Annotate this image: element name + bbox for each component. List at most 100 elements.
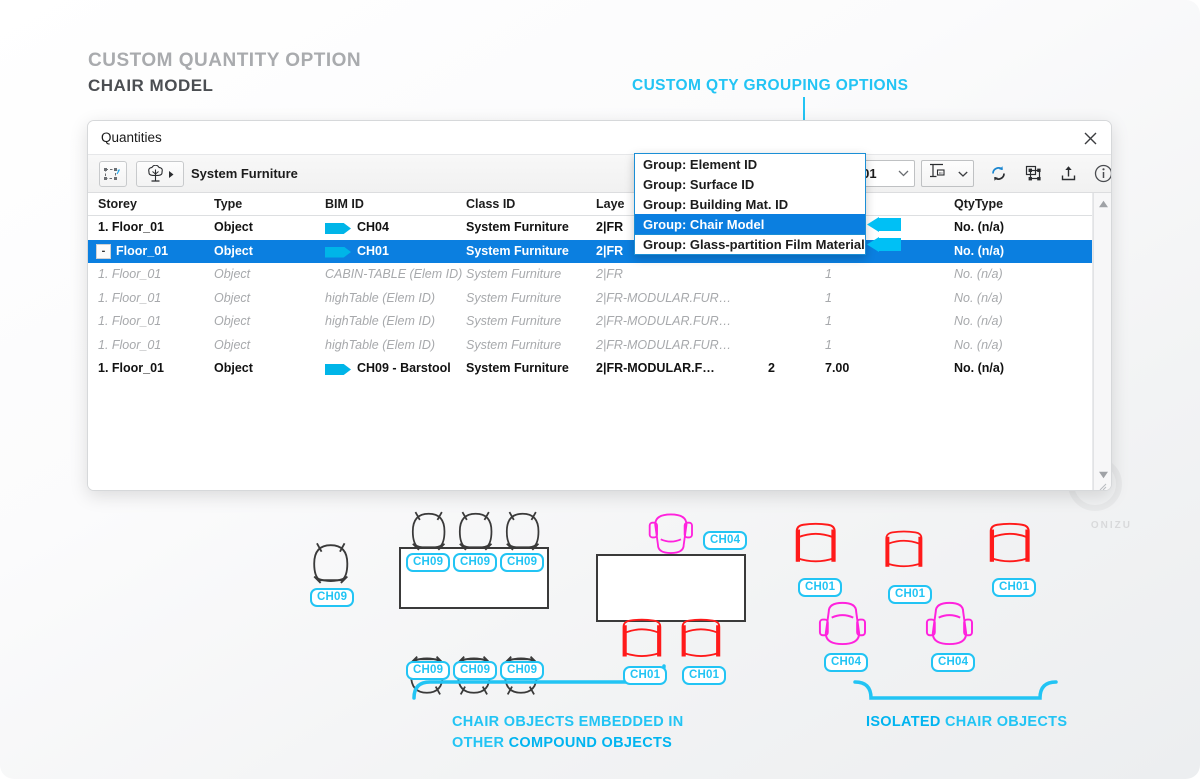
quantities-table: Storey Type BIM ID Class ID Laye QtyType… xyxy=(88,193,1111,490)
dropdown-item-label: Group: Glass-partition Film Material xyxy=(643,237,865,252)
cell-qtytype: No. (n/a) xyxy=(954,291,1003,305)
cell-bim-id: CABIN-TABLE (Elem ID) xyxy=(325,267,462,281)
column-header-type[interactable]: Type xyxy=(214,197,242,211)
cell-type: Object xyxy=(214,338,250,352)
column-header-bim-id[interactable]: BIM ID xyxy=(325,197,364,211)
dropdown-item[interactable]: Group: Element ID xyxy=(635,154,865,174)
cell-class-id: System Furniture xyxy=(466,291,561,305)
chair-tag: CH09 xyxy=(453,553,497,572)
cell-type: Object xyxy=(214,314,250,328)
chair-tag: CH01 xyxy=(623,666,667,685)
structure-display-combo[interactable] xyxy=(921,160,974,187)
chair-tag: CH04 xyxy=(824,653,868,672)
cell-type: Object xyxy=(214,361,253,375)
chair-tag: CH01 xyxy=(992,578,1036,597)
cell-layer: 2|FR-MODULAR.FUR… xyxy=(596,291,731,305)
annotation-embedded-line2b: COMPOUND OBJECTS xyxy=(509,735,673,751)
table-row[interactable]: 1. Floor_01ObjectCH04System Furniture2|F… xyxy=(88,216,1111,240)
chair-tag: CH09 xyxy=(310,588,354,607)
cell-storey: Floor_01 xyxy=(116,244,168,258)
annotation-embedded-line1: CHAIR OBJECTS EMBEDDED IN xyxy=(452,712,683,733)
cell-storey: 1. Floor_01 xyxy=(98,361,164,375)
selection-marquee-icon[interactable] xyxy=(99,161,127,187)
info-icon[interactable] xyxy=(1090,160,1112,187)
resize-grip-icon[interactable] xyxy=(1098,478,1107,487)
dialog-titlebar: Quantities xyxy=(88,121,1111,155)
cell-class-id: System Furniture xyxy=(466,220,569,234)
chair-tag: CH09 xyxy=(406,661,450,680)
chevron-right-icon xyxy=(168,170,175,179)
annotation-isolated-chairs: ISOLATED CHAIR OBJECTS xyxy=(866,712,1067,733)
chair-tag: CH09 xyxy=(500,553,544,572)
cell-bim-id: CH09 - Barstool xyxy=(357,361,451,375)
cell-qtytype: No. (n/a) xyxy=(954,338,1003,352)
group-dropdown-list[interactable]: Group: Element IDGroup: Surface ID Group:… xyxy=(634,153,866,255)
element-color-swatch-icon xyxy=(325,247,351,258)
cell-layer: 2|FR xyxy=(596,244,623,258)
dropdown-item[interactable]: Group: Chair Model xyxy=(635,214,865,234)
cell-bim-id: highTable (Elem ID) xyxy=(325,338,435,352)
export-icon[interactable] xyxy=(1055,160,1082,187)
dropdown-item-label: Group: Building Mat. ID xyxy=(643,197,788,212)
page-title: CUSTOM QUANTITY OPTION xyxy=(88,50,361,72)
annotation-embedded-chairs: CHAIR OBJECTS EMBEDDED IN OTHER COMPOUND… xyxy=(452,712,683,754)
expand-all-icon[interactable] xyxy=(1020,160,1047,187)
refresh-icon[interactable] xyxy=(985,160,1012,187)
table-row[interactable]: 1. Floor_01 Object CH09 - Barstool System F… xyxy=(88,357,1111,381)
column-header-class-id[interactable]: Class ID xyxy=(466,197,515,211)
element-color-swatch-icon xyxy=(325,364,351,375)
table-row[interactable]: 1. Floor_01 Object highTable (Elem ID) Syst… xyxy=(88,287,1111,311)
cell-qtytype: No. (n/a) xyxy=(954,220,1004,234)
cell-class-id: System Furniture xyxy=(466,361,569,375)
cell-layer: 2|FR xyxy=(596,220,623,234)
quantities-dialog: Quantities xyxy=(87,120,1112,491)
cell-type: Object xyxy=(214,220,253,234)
element-color-swatch-icon xyxy=(325,223,351,234)
table-body: 1. Floor_01ObjectCH04System Furniture2|F… xyxy=(88,216,1111,381)
cell-class-id: System Furniture xyxy=(466,314,561,328)
dropdown-item[interactable]: Group: Glass-partition Film Material xyxy=(634,234,866,255)
dialog-title: Quantities xyxy=(101,130,162,145)
triangle-up-icon[interactable] xyxy=(1097,199,1109,209)
cell-quantity: 1 xyxy=(825,267,832,281)
cell-layer: 2|FR-MODULAR.FUR… xyxy=(596,338,731,352)
page-subtitle: CHAIR MODEL xyxy=(88,76,213,96)
cell-count: 2 xyxy=(768,361,775,375)
chair-tag: CH09 xyxy=(453,661,497,680)
cell-type: Object xyxy=(214,244,253,258)
cell-layer: 2|FR xyxy=(596,267,623,281)
close-icon[interactable] xyxy=(1077,126,1103,150)
table-row[interactable]: 1. Floor_01ObjecthighTable (Elem ID)Syst… xyxy=(88,334,1111,358)
cell-quantity: 1 xyxy=(825,291,832,305)
chair-tag: CH04 xyxy=(931,653,975,672)
vertical-scrollbar[interactable] xyxy=(1093,193,1111,490)
cell-type: Object xyxy=(214,291,250,305)
dropdown-item-label: Group: Chair Model xyxy=(643,217,764,232)
cell-type: Object xyxy=(214,267,250,281)
element-tree-icon[interactable] xyxy=(136,161,184,187)
watermark-label: ONIZU xyxy=(1091,520,1132,531)
callout-custom-qty-grouping: CUSTOM QTY GROUPING OPTIONS xyxy=(632,77,908,95)
chair-tag: CH01 xyxy=(682,666,726,685)
cell-storey: 1. Floor_01 xyxy=(98,291,161,305)
table-row[interactable]: -Floor_01ObjectCH01System Furniture2|FRN… xyxy=(88,240,1111,264)
chair-tag: CH09 xyxy=(406,553,450,572)
cell-qtytype: No. (n/a) xyxy=(954,244,1004,258)
column-header-layer[interactable]: Laye xyxy=(596,197,625,211)
cell-quantity: 7.00 xyxy=(825,361,849,375)
cell-bim-id: highTable (Elem ID) xyxy=(325,314,435,328)
table-row[interactable]: 1. Floor_01ObjectCABIN-TABLE (Elem ID)Sy… xyxy=(88,263,1111,287)
cell-bim-id: highTable (Elem ID) xyxy=(325,291,435,305)
column-header-storey[interactable]: Storey xyxy=(98,197,137,211)
table-row[interactable]: 1. Floor_01 Object highTable (Elem ID) Syst… xyxy=(88,310,1111,334)
dropdown-item[interactable]: Group: Surface ID xyxy=(635,174,865,194)
column-header-qtytype[interactable]: QtyType xyxy=(954,197,1003,211)
row-collapse-toggle[interactable]: - xyxy=(96,244,111,259)
dropdown-item[interactable]: Group: Building Mat. ID xyxy=(635,194,865,214)
chevron-down-icon[interactable] xyxy=(958,165,968,183)
chevron-down-icon[interactable] xyxy=(892,170,914,177)
cell-class-id: System Furniture xyxy=(466,267,561,281)
cell-layer: 2|FR-MODULAR.F… xyxy=(596,361,715,375)
chair-tag: CH09 xyxy=(500,661,544,680)
cell-storey: 1. Floor_01 xyxy=(98,314,161,328)
